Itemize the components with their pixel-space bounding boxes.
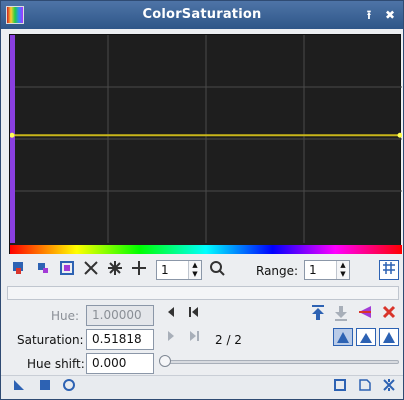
akima-interpolation-icon[interactable] (333, 328, 353, 346)
store-point-icon[interactable] (308, 304, 328, 324)
zoom-spinbox[interactable]: 1 ▲ ▼ (156, 260, 202, 280)
color-saturation-window: ColorSaturation ⭱ ✖ 1 ▲ ▼ Range: 1 ▲ ▼ H… (0, 0, 404, 400)
shade-icon[interactable]: ⭱ (361, 7, 377, 23)
curve-editor[interactable] (9, 34, 402, 255)
zoom-lens-icon[interactable] (207, 260, 227, 280)
fit-view-icon[interactable] (81, 260, 101, 280)
zoom-out-mode-icon[interactable] (57, 260, 77, 280)
saturation-label: Saturation: (17, 333, 84, 347)
restore-point-icon[interactable] (331, 304, 351, 324)
next-point-icon[interactable] (161, 329, 181, 349)
reset-icon[interactable] (379, 378, 399, 398)
hue-shift-label: Hue shift: (27, 357, 85, 371)
hue-label: Hue: (51, 309, 80, 323)
hue-shift-field[interactable]: 0.000 (86, 353, 154, 374)
range-spinbox[interactable]: 1 ▲ ▼ (304, 260, 350, 280)
apply-global-icon[interactable] (59, 378, 79, 398)
grid-toggle-icon[interactable] (379, 260, 399, 280)
previous-point-icon[interactable] (161, 305, 181, 325)
saturation-field[interactable]: 0.51818 (86, 329, 154, 350)
documentation-icon[interactable] (355, 378, 375, 398)
point-counter: 2 / 2 (215, 333, 242, 347)
readout-strip (7, 286, 399, 300)
first-point-icon[interactable] (184, 305, 204, 325)
zoom-in-mode-icon[interactable] (33, 260, 53, 280)
hue-field[interactable]: 1.00000 (86, 305, 154, 326)
zoom-value: 1 (161, 263, 169, 277)
range-value: 1 (309, 263, 317, 277)
range-label: Range: (256, 264, 299, 278)
last-point-icon[interactable] (184, 329, 204, 349)
window-title: ColorSaturation (142, 7, 262, 22)
collapse-view-icon[interactable] (105, 260, 125, 280)
curve-grid (10, 35, 402, 243)
curve-canvas[interactable] (10, 35, 402, 255)
titlebar[interactable]: ColorSaturation ⭱ ✖ (1, 1, 403, 29)
process-bottom-bar (1, 375, 403, 399)
cubic-interpolation-icon[interactable] (356, 328, 376, 346)
linear-interpolation-icon[interactable] (379, 328, 399, 346)
delete-point-icon[interactable] (379, 304, 399, 324)
saturation-scale-bar (10, 35, 15, 243)
apply-icon[interactable] (35, 378, 55, 398)
curve-toolbar: 1 ▲ ▼ Range: 1 ▲ ▼ (9, 260, 401, 284)
curve-point (397, 132, 402, 138)
preview-icon[interactable] (330, 378, 350, 398)
invert-curve-icon[interactable] (355, 304, 375, 324)
spin-arrows-icon[interactable]: ▲ ▼ (336, 261, 349, 279)
pan-icon[interactable] (129, 260, 149, 280)
close-icon[interactable]: ✖ (382, 7, 398, 23)
hue-shift-slider-track[interactable] (161, 360, 399, 364)
edit-point-mode-icon[interactable] (9, 260, 29, 280)
hue-shift-slider-handle[interactable] (159, 355, 171, 367)
spin-arrows-icon[interactable]: ▲ ▼ (188, 261, 201, 279)
new-instance-icon[interactable] (9, 378, 29, 398)
hue-spectrum-bar (10, 245, 402, 254)
